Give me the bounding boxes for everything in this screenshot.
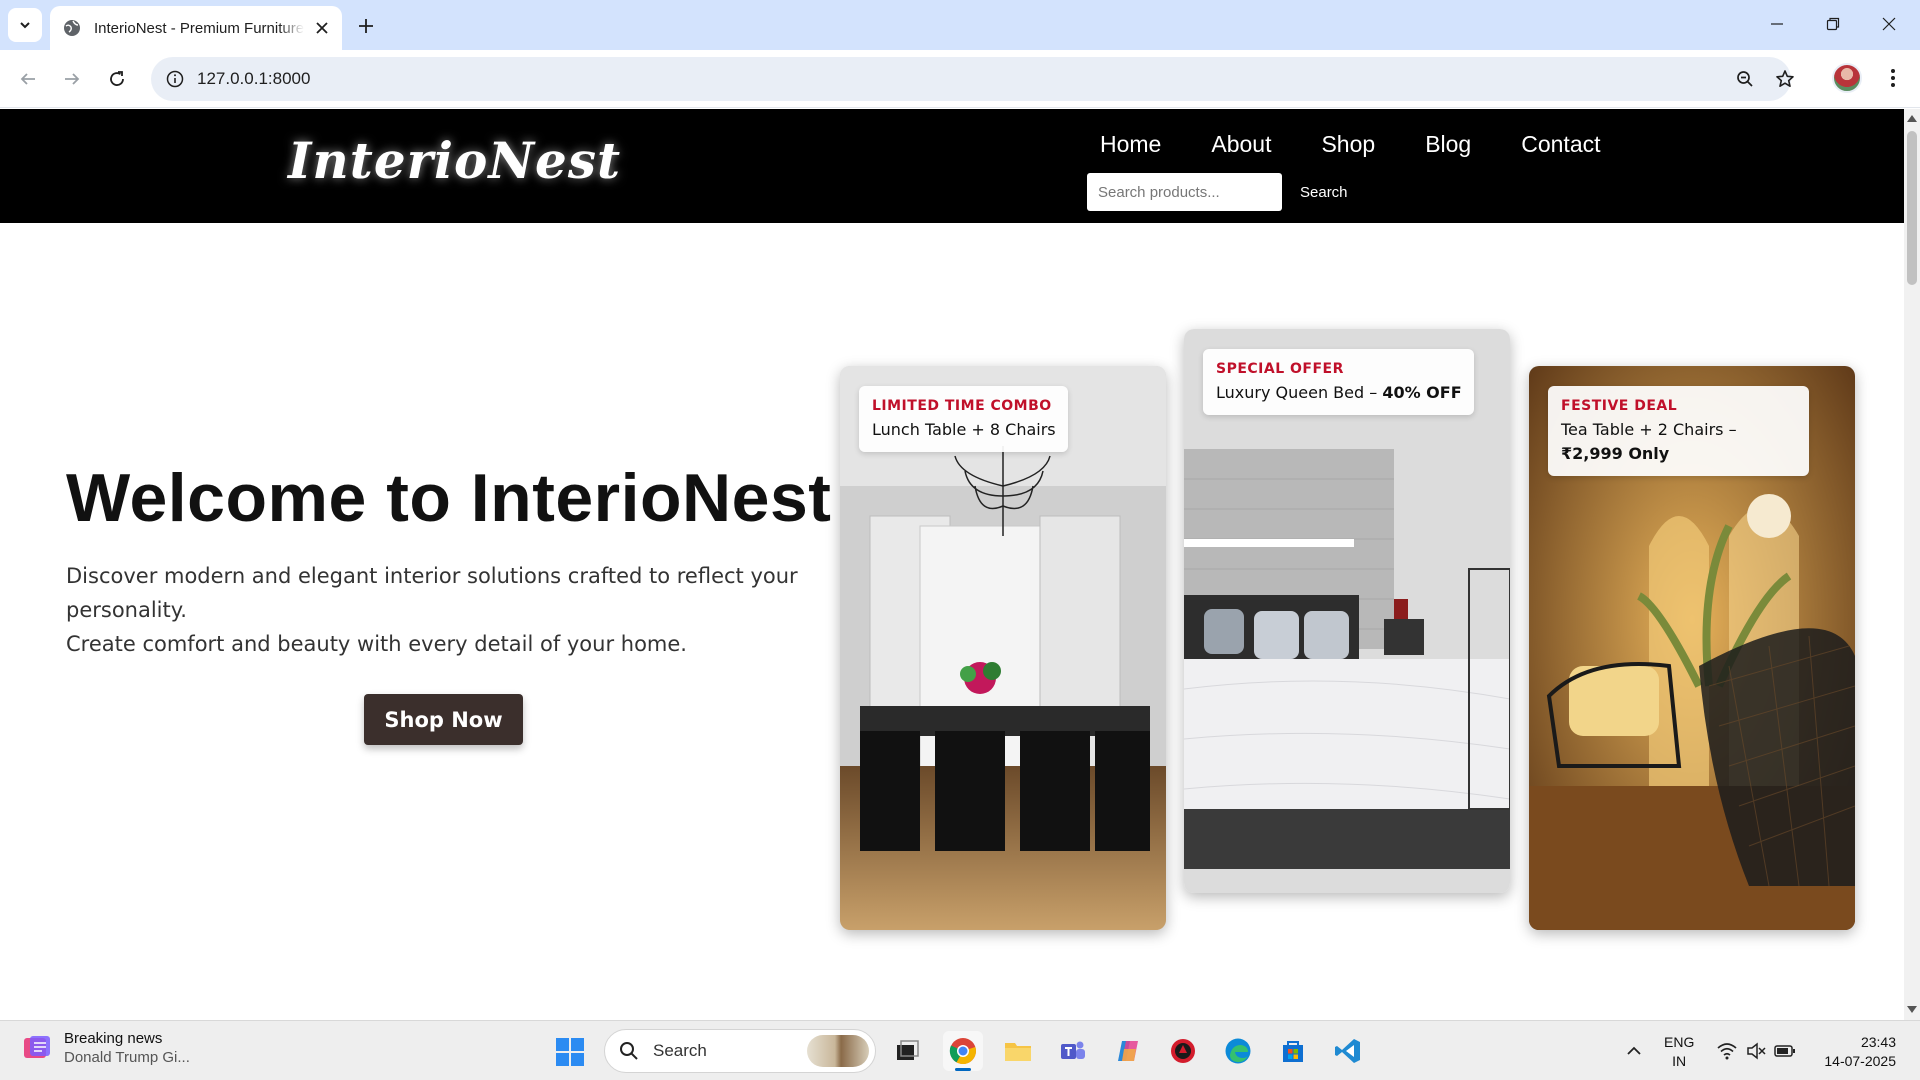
taskbar-search-label: Search xyxy=(653,1041,707,1060)
browser-toolbar: 127.0.0.1:8000 xyxy=(0,50,1920,108)
scroll-down-icon[interactable] xyxy=(1907,1005,1917,1015)
language-indicator[interactable]: ENG IN xyxy=(1664,1033,1694,1071)
offer-highlight: ₹2,999 Only xyxy=(1561,444,1670,463)
more-menu-icon[interactable] xyxy=(1878,63,1908,93)
offer-tag: FESTIVE DEAL xyxy=(1561,398,1678,414)
offer-title-text: Luxury Queen Bed – xyxy=(1216,383,1383,402)
nav-home[interactable]: Home xyxy=(1100,131,1161,158)
hero-line-1: Discover modern and elegant interior sol… xyxy=(66,564,798,622)
minimize-icon[interactable] xyxy=(1754,6,1800,42)
offer-title-text: Tea Table + 2 Chairs – xyxy=(1561,420,1737,439)
offer-badge: FESTIVE DEAL Tea Table + 2 Chairs – ₹2,9… xyxy=(1548,386,1809,476)
hero-title: Welcome to InterioNest xyxy=(66,460,832,536)
close-window-icon[interactable] xyxy=(1866,6,1912,42)
reload-icon[interactable] xyxy=(101,63,133,95)
search-highlight-art xyxy=(807,1035,869,1067)
offer-title: Lunch Table + 8 Chairs xyxy=(872,418,1056,442)
search-icon xyxy=(620,1042,638,1060)
tab-search-button[interactable] xyxy=(8,8,42,42)
settings-app-icon[interactable] xyxy=(1163,1031,1203,1071)
vscode-icon[interactable] xyxy=(1328,1031,1368,1071)
url-text[interactable]: 127.0.0.1:8000 xyxy=(197,57,310,101)
page-scrollbar[interactable] xyxy=(1904,109,1920,1020)
chevron-down-icon xyxy=(20,22,30,29)
clock-date: 14-07-2025 xyxy=(1824,1053,1896,1069)
news-title: Breaking news xyxy=(64,1030,163,1047)
offer-badge: SPECIAL OFFER Luxury Queen Bed – 40% OFF xyxy=(1203,349,1474,415)
active-tab[interactable]: InterioNest - Premium Furniture xyxy=(50,6,342,50)
offer-title: Tea Table + 2 Chairs – ₹2,999 Only xyxy=(1561,418,1797,466)
offer-tag: LIMITED TIME COMBO xyxy=(872,398,1052,414)
tab-title: InterioNest - Premium Furniture xyxy=(94,19,304,37)
news-widget[interactable]: Breaking news Donald Trump Gi... xyxy=(22,1029,190,1067)
scroll-up-icon[interactable] xyxy=(1907,113,1917,123)
scroll-thumb[interactable] xyxy=(1907,131,1917,285)
profile-avatar[interactable] xyxy=(1832,63,1862,93)
battery-icon[interactable] xyxy=(1774,1040,1796,1062)
offer-card-bed[interactable]: SPECIAL OFFER Luxury Queen Bed – 40% OFF xyxy=(1184,329,1510,893)
nav-contact[interactable]: Contact xyxy=(1521,131,1600,158)
offer-card-tea-table[interactable]: FESTIVE DEAL Tea Table + 2 Chairs – ₹2,9… xyxy=(1529,366,1855,930)
globe-icon xyxy=(62,18,82,38)
forward-arrow-icon[interactable] xyxy=(56,63,88,95)
nav-about[interactable]: About xyxy=(1211,131,1271,158)
file-explorer-icon[interactable] xyxy=(998,1031,1038,1071)
wifi-icon[interactable] xyxy=(1716,1040,1738,1062)
volume-muted-icon[interactable] xyxy=(1745,1040,1767,1062)
news-text: Breaking news Donald Trump Gi... xyxy=(64,1029,190,1067)
news-icon xyxy=(24,1036,50,1058)
nav-blog[interactable]: Blog xyxy=(1425,131,1471,158)
clock-time: 23:43 xyxy=(1860,1034,1896,1050)
bookmark-star-icon[interactable] xyxy=(1771,65,1799,93)
offer-highlight: 40% OFF xyxy=(1382,383,1462,402)
nav-shop[interactable]: Shop xyxy=(1321,131,1375,158)
search-button[interactable]: Search xyxy=(1300,184,1348,201)
close-tab-icon[interactable] xyxy=(312,18,332,38)
main-nav: Home About Shop Blog Contact xyxy=(1100,131,1651,158)
browser-tab-bar: InterioNest - Premium Furniture xyxy=(0,0,1920,50)
chevron-up-icon[interactable] xyxy=(1622,1039,1646,1063)
offer-title-text: Lunch Table + 8 Chairs xyxy=(872,420,1056,439)
offer-title: Luxury Queen Bed – 40% OFF xyxy=(1216,381,1462,405)
site-header: InterioNest Home About Shop Blog Contact… xyxy=(0,109,1904,223)
language-code: ENG xyxy=(1664,1034,1695,1050)
os-taskbar: Breaking news Donald Trump Gi... Search xyxy=(0,1020,1920,1080)
edge-icon[interactable] xyxy=(1218,1031,1258,1071)
offer-badge: LIMITED TIME COMBO Lunch Table + 8 Chair… xyxy=(859,386,1068,452)
windows-start-icon[interactable] xyxy=(555,1037,585,1067)
site-info-icon[interactable] xyxy=(161,65,189,93)
back-arrow-icon[interactable] xyxy=(12,63,44,95)
page-viewport: InterioNest Home About Shop Blog Contact… xyxy=(0,109,1904,1020)
hero-line-2: Create comfort and beauty with every det… xyxy=(66,632,687,656)
restore-icon[interactable] xyxy=(1810,6,1856,42)
new-tab-icon[interactable] xyxy=(352,12,380,40)
shop-now-button[interactable]: Shop Now xyxy=(364,694,523,745)
address-bar[interactable]: 127.0.0.1:8000 xyxy=(151,57,1794,101)
active-app-indicator xyxy=(955,1068,971,1071)
offer-card-dining[interactable]: LIMITED TIME COMBO Lunch Table + 8 Chair… xyxy=(840,366,1166,930)
product-search: Search xyxy=(1087,173,1348,211)
zoom-icon[interactable] xyxy=(1731,65,1759,93)
news-subtitle: Donald Trump Gi... xyxy=(64,1049,190,1066)
task-view-icon[interactable] xyxy=(887,1031,927,1071)
search-input[interactable] xyxy=(1087,173,1282,211)
chrome-icon[interactable] xyxy=(943,1031,983,1071)
site-logo[interactable]: InterioNest xyxy=(288,131,621,190)
region-code: IN xyxy=(1672,1053,1687,1069)
store-icon[interactable] xyxy=(1273,1031,1313,1071)
offer-tag: SPECIAL OFFER xyxy=(1216,361,1344,377)
teams-icon[interactable] xyxy=(1053,1031,1093,1071)
system-clock[interactable]: 23:43 14-07-2025 xyxy=(1814,1033,1896,1071)
copilot-icon[interactable] xyxy=(1108,1031,1148,1071)
taskbar-search[interactable]: Search xyxy=(604,1029,876,1073)
hero-description: Discover modern and elegant interior sol… xyxy=(66,559,826,661)
